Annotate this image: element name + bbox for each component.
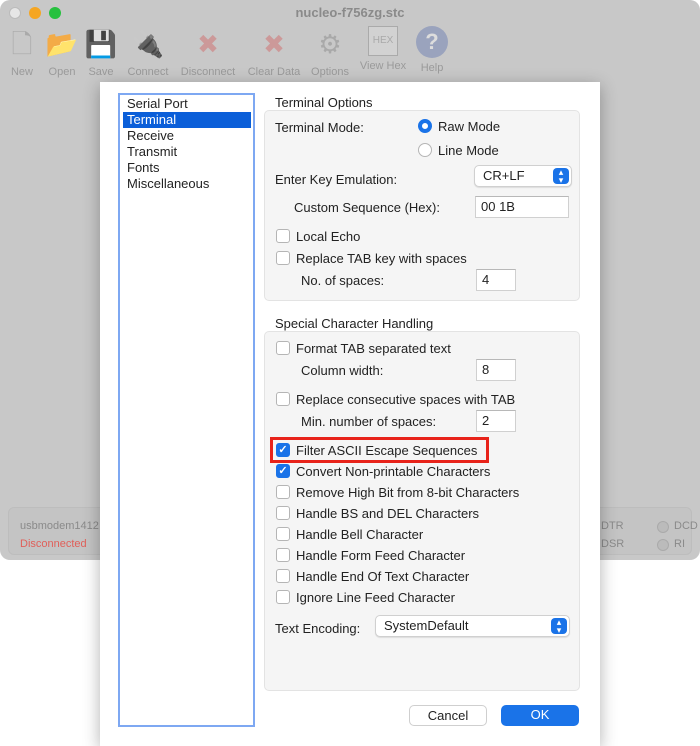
format-tab-label[interactable]: Format TAB separated text: [296, 341, 451, 356]
option-label[interactable]: Handle End Of Text Character: [296, 569, 469, 584]
special-title: Special Character Handling: [275, 316, 434, 331]
toolbar-clear-data-button[interactable]: ✖ Clear Data: [244, 26, 304, 78]
enter-key-value: CR+LF: [483, 168, 525, 183]
local-echo-label[interactable]: Local Echo: [296, 229, 360, 244]
option-checkbox[interactable]: [276, 506, 290, 520]
replace-tab-checkbox[interactable]: [276, 251, 290, 265]
column-width-input[interactable]: 8: [476, 359, 516, 381]
option-checkbox[interactable]: [276, 569, 290, 583]
chevron-updown-icon: ▴ ▾: [551, 618, 567, 635]
ok-button[interactable]: OK: [501, 705, 579, 726]
encoding-value: SystemDefault: [384, 618, 469, 633]
toolbar-label: Connect: [127, 66, 169, 78]
red-x-icon: ✖: [263, 29, 285, 59]
enter-key-select[interactable]: CR+LF ▴ ▾: [474, 165, 572, 187]
option-checkbox[interactable]: ✓: [276, 443, 290, 457]
option-checkbox[interactable]: [276, 590, 290, 604]
toolbar-label: Options: [311, 66, 349, 78]
toolbar-label: Disconnect: [180, 66, 236, 78]
replace-tab-label[interactable]: Replace TAB key with spaces: [296, 251, 467, 266]
gears-icon: ⚙: [318, 29, 342, 59]
min-spaces-input[interactable]: 2: [476, 410, 516, 432]
line-mode-radio[interactable]: [418, 143, 432, 157]
option-label[interactable]: Handle Bell Character: [296, 527, 423, 542]
sidebar-item-receive[interactable]: Receive: [123, 128, 251, 144]
option-checkbox[interactable]: ✓: [276, 464, 290, 478]
toolbar-disconnect-button[interactable]: ✖ Disconnect: [178, 26, 238, 78]
signal-dsr: DSR: [601, 538, 625, 550]
option-label[interactable]: Convert Non-printable Characters: [296, 464, 490, 479]
window-title: nucleo-f756zg.stc: [295, 5, 405, 20]
dcd-led-icon: [657, 521, 669, 533]
usb-disconnect-icon: ✖: [197, 29, 219, 59]
sidebar-item-serial-port[interactable]: Serial Port: [123, 96, 251, 112]
replace-spaces-checkbox[interactable]: [276, 392, 290, 406]
option-label[interactable]: Handle Form Feed Character: [296, 548, 465, 563]
signal-dcd: DCD: [674, 520, 698, 532]
raw-mode-radio[interactable]: [418, 119, 432, 133]
toolbar-connect-button[interactable]: 🔌 Connect: [118, 26, 178, 78]
option-checkbox[interactable]: [276, 485, 290, 499]
encoding-select[interactable]: SystemDefault ▴ ▾: [375, 615, 570, 637]
min-spaces-label: Min. number of spaces:: [301, 414, 437, 429]
line-mode-label[interactable]: Line Mode: [438, 143, 499, 158]
spaces-label: No. of spaces:: [301, 273, 385, 288]
option-checkbox[interactable]: [276, 527, 290, 541]
toolbar-options-button[interactable]: ⚙ Options: [300, 26, 360, 78]
sidebar-item-fonts[interactable]: Fonts: [123, 160, 251, 176]
option-label[interactable]: Remove High Bit from 8-bit Characters: [296, 485, 519, 500]
terminal-mode-label: Terminal Mode:: [275, 120, 364, 135]
port-name: usbmodem1412: [20, 520, 99, 532]
sidebar-item-miscellaneous[interactable]: Miscellaneous: [123, 176, 251, 192]
replace-spaces-label[interactable]: Replace consecutive spaces with TAB: [296, 392, 515, 407]
signal-dtr: DTR: [601, 520, 624, 532]
raw-mode-label[interactable]: Raw Mode: [438, 119, 500, 134]
toolbar-label: Help: [420, 62, 444, 74]
hex-icon: HEX: [368, 26, 398, 56]
format-tab-checkbox[interactable]: [276, 341, 290, 355]
usb-plug-icon: 🔌: [131, 29, 165, 59]
custom-seq-input[interactable]: 00 1B: [475, 196, 569, 218]
custom-seq-label: Custom Sequence (Hex):: [294, 200, 440, 215]
encoding-label: Text Encoding:: [275, 621, 361, 636]
sidebar-item-terminal[interactable]: Terminal: [123, 112, 251, 128]
sidebar-item-transmit[interactable]: Transmit: [123, 144, 251, 160]
option-label[interactable]: Ignore Line Feed Character: [296, 590, 455, 605]
cancel-button[interactable]: Cancel: [409, 705, 487, 726]
column-width-label: Column width:: [301, 363, 384, 378]
enter-key-label: Enter Key Emulation:: [275, 172, 398, 187]
signal-ri: RI: [674, 538, 685, 550]
toolbar-label: Clear Data: [247, 66, 301, 78]
ri-led-icon: [657, 539, 669, 551]
category-list[interactable]: Serial Port Terminal Receive Transmit Fonts M…: [118, 93, 255, 727]
local-echo-checkbox[interactable]: [276, 229, 290, 243]
help-icon: ?: [416, 26, 448, 58]
option-checkbox[interactable]: [276, 548, 290, 562]
chevron-updown-icon: ▴ ▾: [553, 168, 569, 185]
terminal-options-title: Terminal Options: [275, 95, 373, 110]
option-label[interactable]: Filter ASCII Escape Sequences: [296, 443, 477, 458]
option-label[interactable]: Handle BS and DEL Characters: [296, 506, 479, 521]
spaces-input[interactable]: 4: [476, 269, 516, 291]
connection-state: Disconnected: [20, 538, 87, 550]
toolbar-help-button[interactable]: ? Help: [402, 26, 462, 74]
